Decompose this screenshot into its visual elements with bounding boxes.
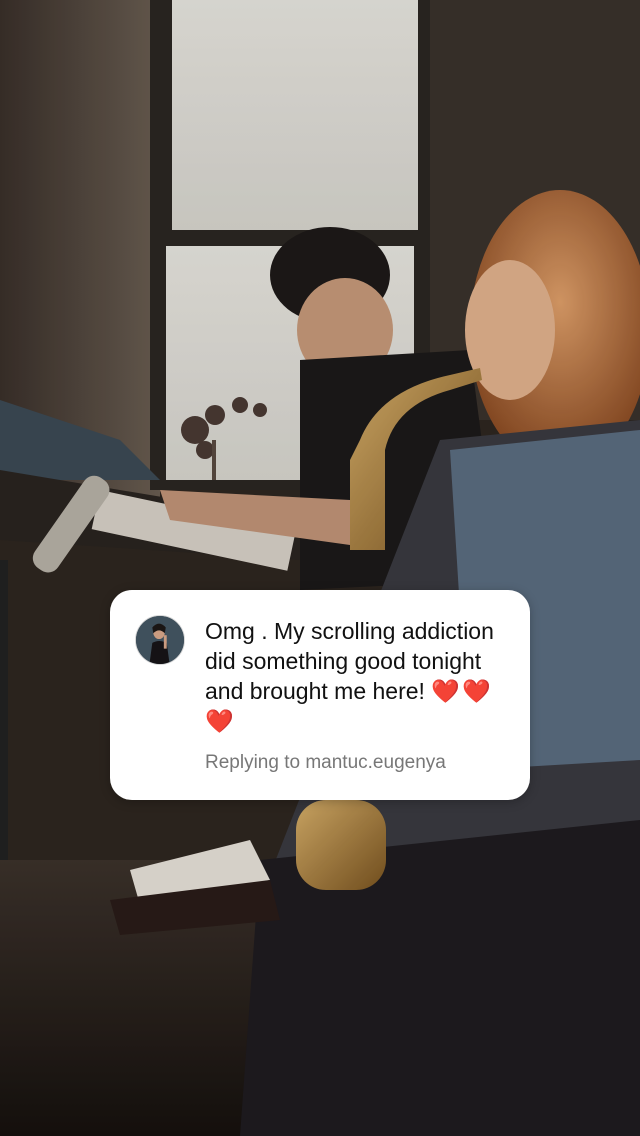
comment-text: Omg . My scrolling addiction did somethi… <box>205 616 510 736</box>
reply-prefix: Replying to <box>205 752 301 773</box>
reply-comment-card[interactable]: Omg . My scrolling addiction did somethi… <box>110 590 530 800</box>
video-background[interactable] <box>0 0 640 1136</box>
replying-to-label: Replying to mantuc.eugenya <box>205 751 446 775</box>
user-avatar-icon[interactable] <box>135 615 185 665</box>
reply-username-link[interactable]: mantuc.eugenya <box>305 752 446 773</box>
background-photo <box>0 0 640 1136</box>
